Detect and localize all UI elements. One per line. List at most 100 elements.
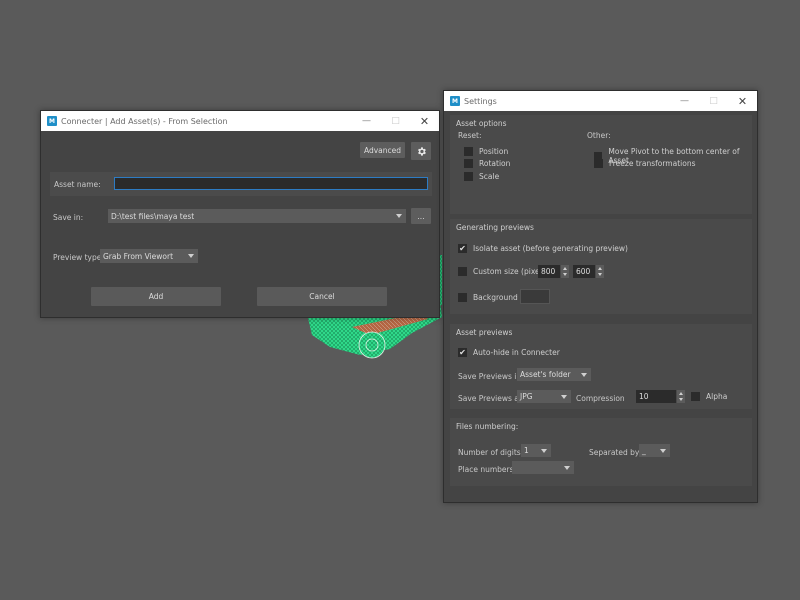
maya-app-icon: M bbox=[450, 96, 460, 106]
preview-type-combo[interactable]: Grab From Viewort bbox=[100, 249, 198, 263]
asset-name-row: Asset name: bbox=[50, 172, 432, 196]
save-previews-as-combo[interactable]: JPG bbox=[517, 390, 571, 403]
browse-button[interactable]: ... bbox=[411, 208, 431, 224]
connecter-add-asset-window: M Connecter | Add Asset(s) - From Select… bbox=[40, 110, 440, 318]
preview-type-value: Grab From Viewort bbox=[103, 251, 174, 261]
isolate-label: Isolate asset (before generating preview… bbox=[473, 244, 628, 253]
minimize-button[interactable]: — bbox=[670, 91, 699, 111]
width-value: 800 bbox=[541, 267, 556, 276]
digits-label: Number of digits: bbox=[458, 448, 524, 457]
arrow-up-icon bbox=[679, 391, 683, 395]
background-checkbox-row[interactable]: Background bbox=[458, 293, 518, 302]
compression-label: Compression bbox=[576, 394, 625, 403]
asset-options-group: Asset options Reset: Position Rotation S… bbox=[450, 115, 752, 214]
arrow-up-icon bbox=[598, 266, 602, 270]
freeze-checkbox[interactable] bbox=[594, 159, 603, 168]
checkmark-icon: ✔ bbox=[459, 347, 466, 357]
isolate-checkbox-row[interactable]: ✔ Isolate asset (before generating previ… bbox=[458, 244, 628, 253]
asset-name-label: Asset name: bbox=[54, 180, 101, 189]
asset-name-input[interactable] bbox=[114, 177, 428, 190]
save-previews-as-value: JPG bbox=[520, 392, 533, 401]
checkmark-icon: ✔ bbox=[459, 243, 466, 253]
scale-checkbox-row[interactable]: Scale bbox=[464, 172, 499, 181]
custom-size-checkbox[interactable] bbox=[458, 267, 467, 276]
gear-icon bbox=[417, 146, 426, 156]
settings-gear-button[interactable] bbox=[411, 142, 431, 160]
scale-label: Scale bbox=[479, 172, 500, 181]
close-button[interactable]: ✕ bbox=[728, 91, 757, 111]
background-checkbox[interactable] bbox=[458, 293, 467, 302]
save-previews-in-label: Save Previews in: bbox=[458, 372, 524, 381]
advanced-button[interactable]: Advanced bbox=[360, 142, 405, 158]
autohide-label: Auto-hide in Connecter bbox=[473, 348, 560, 357]
maximize-button[interactable]: □ bbox=[381, 111, 410, 131]
reset-label: Reset: bbox=[458, 131, 482, 140]
asset-options-title: Asset options bbox=[456, 119, 507, 128]
chevron-down-icon bbox=[660, 448, 666, 453]
autohide-checkbox-row[interactable]: ✔ Auto-hide in Connecter bbox=[458, 348, 560, 357]
alpha-checkbox[interactable] bbox=[691, 392, 700, 401]
background-color-swatch[interactable] bbox=[520, 289, 550, 304]
digits-combo[interactable]: 1 bbox=[521, 444, 551, 457]
save-in-combo[interactable]: D:\test files\maya test bbox=[108, 209, 406, 223]
files-numbering-group: Files numbering: Number of digits: 1 Sep… bbox=[450, 418, 752, 486]
preview-type-label: Preview type: bbox=[53, 253, 104, 262]
save-in-value: D:\test files\maya test bbox=[111, 211, 195, 221]
settings-titlebar[interactable]: M Settings — □ ✕ bbox=[444, 91, 757, 111]
compression-spin-arrows[interactable] bbox=[677, 390, 685, 403]
save-previews-in-combo[interactable]: Asset's folder bbox=[517, 368, 591, 381]
compression-value: 10 bbox=[639, 392, 649, 401]
place-numbers-combo[interactable] bbox=[512, 461, 574, 474]
custom-size-checkbox-row[interactable]: Custom size (pixel) bbox=[458, 267, 545, 276]
asset-previews-title: Asset previews bbox=[456, 328, 513, 337]
window-title: Connecter | Add Asset(s) - From Selectio… bbox=[61, 116, 228, 126]
separated-by-combo[interactable]: _ bbox=[639, 444, 670, 457]
custom-size-label: Custom size (pixel) bbox=[473, 267, 545, 276]
chevron-down-icon bbox=[396, 214, 402, 218]
autohide-checkbox[interactable]: ✔ bbox=[458, 348, 467, 357]
digits-value: 1 bbox=[524, 446, 529, 455]
separated-by-label: Separated by: bbox=[589, 448, 642, 457]
isolate-checkbox[interactable]: ✔ bbox=[458, 244, 467, 253]
chevron-down-icon bbox=[541, 448, 547, 453]
position-label: Position bbox=[479, 147, 509, 156]
arrow-down-icon bbox=[679, 398, 683, 402]
settings-window: M Settings — □ ✕ Asset options Reset: Po… bbox=[443, 90, 758, 503]
generating-previews-group: Generating previews ✔ Isolate asset (bef… bbox=[450, 219, 752, 314]
close-button[interactable]: ✕ bbox=[410, 111, 439, 131]
alpha-label: Alpha bbox=[706, 392, 728, 401]
scale-checkbox[interactable] bbox=[464, 172, 473, 181]
chevron-down-icon bbox=[188, 254, 194, 258]
height-value: 600 bbox=[576, 267, 591, 276]
files-numbering-title: Files numbering: bbox=[456, 422, 519, 431]
rotation-label: Rotation bbox=[479, 159, 511, 168]
place-numbers-label: Place numbers: bbox=[458, 465, 517, 474]
arrow-down-icon bbox=[563, 273, 567, 277]
compression-spinbox[interactable]: 10 bbox=[636, 390, 676, 403]
separated-by-value: _ bbox=[642, 446, 646, 455]
position-checkbox[interactable] bbox=[464, 147, 473, 156]
width-spinbox[interactable]: 800 bbox=[538, 265, 560, 278]
width-spin-arrows[interactable] bbox=[561, 265, 569, 278]
rotation-checkbox[interactable] bbox=[464, 159, 473, 168]
save-previews-as-label: Save Previews as: bbox=[458, 394, 526, 403]
freeze-label: Freeze transformations bbox=[609, 159, 696, 168]
minimize-button[interactable]: — bbox=[352, 111, 381, 131]
maya-app-icon: M bbox=[47, 116, 57, 126]
freeze-checkbox-row[interactable]: Freeze transformations bbox=[594, 159, 696, 168]
save-previews-in-value: Asset's folder bbox=[520, 370, 571, 379]
alpha-checkbox-row[interactable]: Alpha bbox=[691, 392, 727, 401]
connecter-titlebar[interactable]: M Connecter | Add Asset(s) - From Select… bbox=[41, 111, 439, 131]
chevron-down-icon bbox=[564, 465, 570, 470]
generating-previews-title: Generating previews bbox=[456, 223, 534, 232]
height-spin-arrows[interactable] bbox=[596, 265, 604, 278]
background-label: Background bbox=[473, 293, 518, 302]
add-button[interactable]: Add bbox=[91, 287, 221, 306]
save-in-label: Save in: bbox=[53, 213, 84, 222]
position-checkbox-row[interactable]: Position bbox=[464, 147, 508, 156]
maximize-button[interactable]: □ bbox=[699, 91, 728, 111]
height-spinbox[interactable]: 600 bbox=[573, 265, 595, 278]
chevron-down-icon bbox=[561, 394, 567, 399]
rotation-checkbox-row[interactable]: Rotation bbox=[464, 159, 510, 168]
cancel-button[interactable]: Cancel bbox=[257, 287, 387, 306]
